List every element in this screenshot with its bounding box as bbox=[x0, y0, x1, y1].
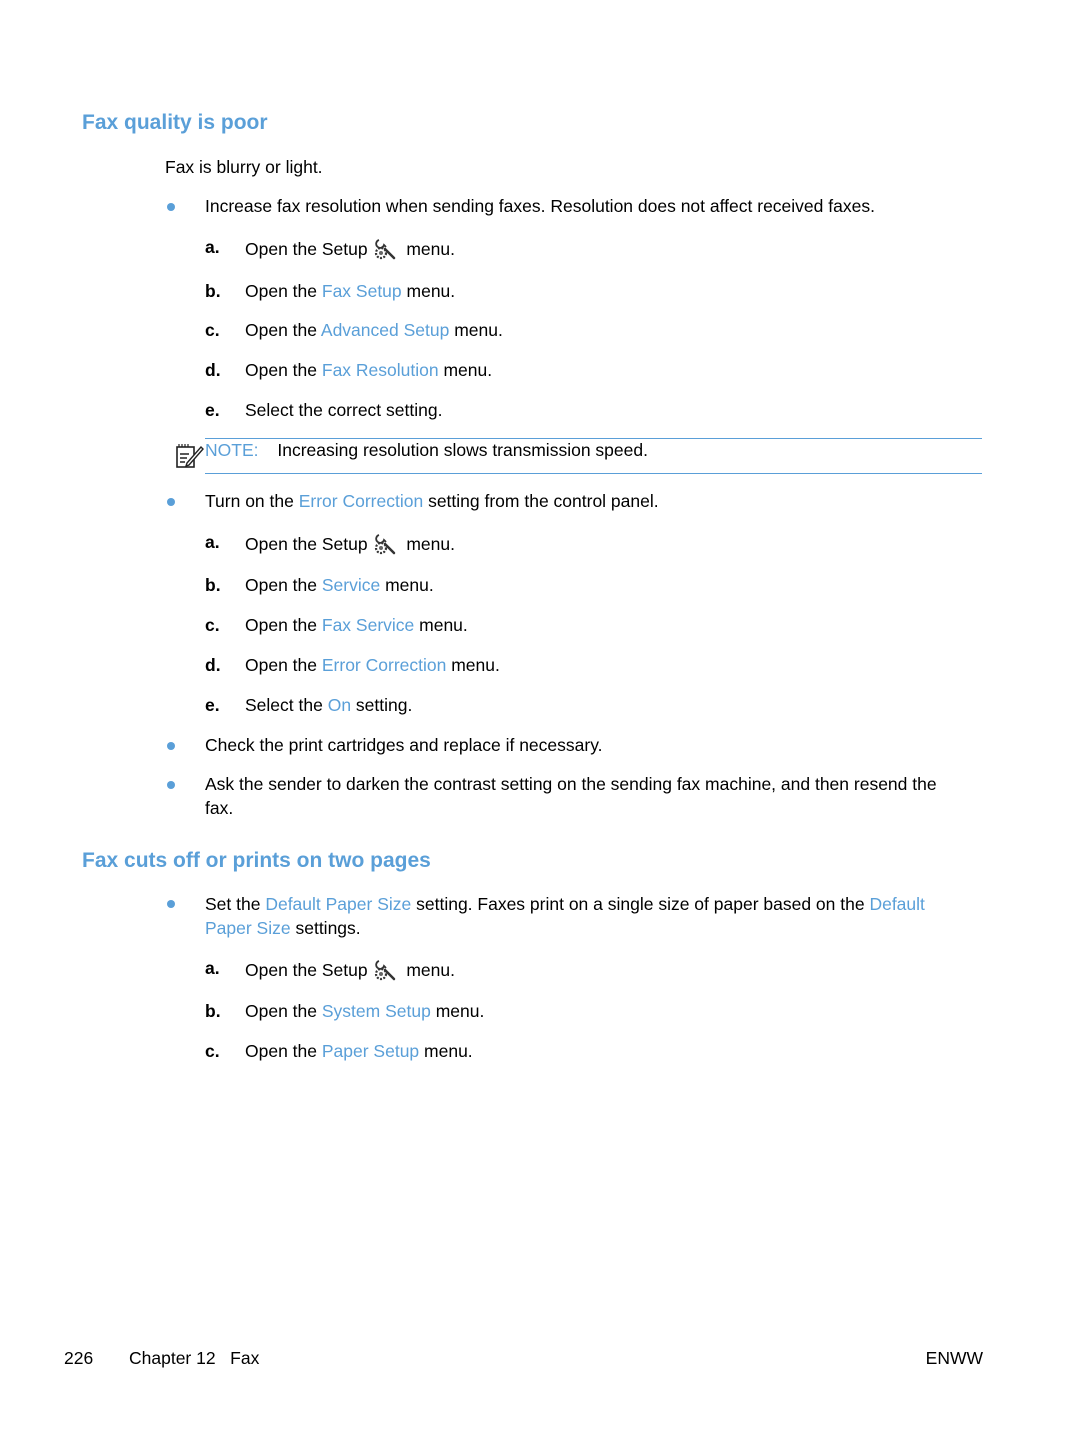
step-letter: b. bbox=[205, 575, 221, 595]
step-pre: Open the Setup bbox=[245, 239, 368, 259]
menu-link-fax-service: Fax Service bbox=[321, 615, 415, 635]
step-post: menu. bbox=[380, 575, 434, 595]
step-text: Open the Fax Service menu. bbox=[245, 615, 468, 636]
setting-link-default-paper-size-2b: Paper Size bbox=[205, 918, 291, 938]
step-pre: Select the bbox=[245, 695, 328, 715]
step-pre: Open the bbox=[245, 615, 322, 635]
step-post: menu. bbox=[449, 320, 503, 340]
intro-text: Fax is blurry or light. bbox=[165, 157, 323, 177]
note-bottom-rule bbox=[205, 473, 982, 474]
bullet-icon bbox=[167, 742, 175, 750]
step-post: menu. bbox=[430, 1001, 485, 1021]
chapter-label: Chapter 12 Fax bbox=[129, 1348, 260, 1368]
step-post: menu. bbox=[406, 534, 455, 554]
note-pencil-icon bbox=[176, 444, 204, 468]
step-post: menu. bbox=[414, 615, 468, 635]
bullet-text-line1: Ask the sender to darken the contrast se… bbox=[205, 774, 937, 794]
bullet-icon bbox=[167, 203, 175, 211]
bullet-text: Increase fax resolution when sending fax… bbox=[205, 196, 875, 216]
step-text: Select the On setting. bbox=[245, 695, 412, 716]
step-post: menu. bbox=[446, 655, 500, 675]
section-heading-fax-quality: Fax quality is poor bbox=[82, 111, 268, 134]
text-post: setting from the control panel. bbox=[423, 491, 659, 511]
bullet-text: Check the print cartridges and replace i… bbox=[205, 735, 603, 755]
step-pre: Open the bbox=[245, 575, 322, 595]
step-pre: Open the bbox=[245, 655, 322, 675]
note-label: NOTE: bbox=[205, 440, 259, 460]
step-pre: Open the Setup bbox=[245, 960, 368, 980]
step-letter: a. bbox=[205, 532, 220, 552]
step-text: Open the Fax Setup menu. bbox=[245, 281, 455, 302]
step-text: Open the Setup menu. bbox=[245, 959, 455, 981]
step-post: menu. bbox=[406, 960, 455, 980]
text-mid: setting. Faxes print on a single size of… bbox=[411, 894, 870, 914]
setting-link-error-correction: Error Correction bbox=[298, 491, 424, 511]
step-post: menu. bbox=[406, 239, 455, 259]
step-letter: a. bbox=[205, 237, 220, 257]
step-text: Open the Setup menu. bbox=[245, 238, 455, 260]
menu-link-system-setup: System Setup bbox=[321, 1001, 431, 1021]
setup-wrench-gear-icon bbox=[375, 534, 396, 555]
step-text: Open the Error Correction menu. bbox=[245, 655, 500, 676]
setting-link-on: On bbox=[327, 695, 352, 715]
bullet-text-line2: fax. bbox=[205, 798, 234, 818]
step-text: Open the Setup menu. bbox=[245, 533, 455, 555]
setting-link-default-paper-size: Default Paper Size bbox=[265, 894, 412, 914]
setup-wrench-gear-icon bbox=[375, 239, 396, 260]
bullet-icon bbox=[167, 900, 175, 908]
footer-locale: ENWW bbox=[925, 1348, 983, 1368]
step-letter: d. bbox=[205, 655, 221, 675]
step-letter: a. bbox=[205, 958, 220, 978]
page-number: 226 bbox=[64, 1348, 94, 1368]
note: NOTE: Increasing resolution slows transm… bbox=[205, 440, 648, 461]
bullet-text: Turn on the Error Correction setting fro… bbox=[205, 489, 659, 513]
bullet-icon bbox=[167, 498, 175, 506]
step-text: Open the Paper Setup menu. bbox=[245, 1041, 473, 1062]
step-letter: b. bbox=[205, 281, 221, 301]
step-text: Open the Service menu. bbox=[245, 575, 434, 596]
step-pre: Open the bbox=[245, 1001, 322, 1021]
step-pre: Open the bbox=[245, 360, 322, 380]
step-text: Open the System Setup menu. bbox=[245, 1001, 484, 1022]
step-post: menu. bbox=[401, 281, 456, 301]
step-text: Select the correct setting. bbox=[245, 400, 443, 420]
step-letter: c. bbox=[205, 615, 220, 635]
step-letter: e. bbox=[205, 400, 220, 420]
section-heading-fax-cuts-off: Fax cuts off or prints on two pages bbox=[82, 849, 431, 872]
step-letter: e. bbox=[205, 695, 220, 715]
menu-link-paper-setup: Paper Setup bbox=[321, 1041, 420, 1061]
step-text: Open the Fax Resolution menu. bbox=[245, 360, 492, 381]
step-pre: Open the bbox=[245, 281, 322, 301]
step-letter: c. bbox=[205, 1041, 220, 1061]
menu-link-error-correction: Error Correction bbox=[321, 655, 447, 675]
note-text: Increasing resolution slows transmission… bbox=[277, 440, 648, 460]
menu-link-service: Service bbox=[321, 575, 381, 595]
step-post: setting. bbox=[351, 695, 413, 715]
step-pre: Open the bbox=[245, 320, 321, 340]
menu-link-fax-setup: Fax Setup bbox=[321, 281, 402, 301]
step-pre: Open the Setup bbox=[245, 534, 368, 554]
setting-link-default-paper-size-2a: Default bbox=[869, 894, 925, 914]
step-post: menu. bbox=[419, 1041, 473, 1061]
setup-wrench-gear-icon bbox=[375, 960, 396, 981]
step-letter: c. bbox=[205, 320, 220, 340]
note-top-rule bbox=[205, 438, 982, 439]
menu-link-advanced-setup: Advanced Setup bbox=[320, 320, 450, 340]
menu-link-fax-resolution: Fax Resolution bbox=[321, 360, 439, 380]
step-post: menu. bbox=[438, 360, 493, 380]
text-pre: Turn on the bbox=[205, 491, 299, 511]
step-text: Open the Advanced Setup menu. bbox=[245, 320, 503, 341]
text-pre: Set the bbox=[205, 894, 266, 914]
step-letter: b. bbox=[205, 1001, 221, 1021]
bullet-text-line2: Paper Size settings. bbox=[205, 916, 361, 940]
bullet-text-line1: Set the Default Paper Size setting. Faxe… bbox=[205, 892, 925, 916]
bullet-icon bbox=[167, 781, 175, 789]
text-post: settings. bbox=[290, 918, 361, 938]
step-pre: Open the bbox=[245, 1041, 322, 1061]
step-letter: d. bbox=[205, 360, 221, 380]
